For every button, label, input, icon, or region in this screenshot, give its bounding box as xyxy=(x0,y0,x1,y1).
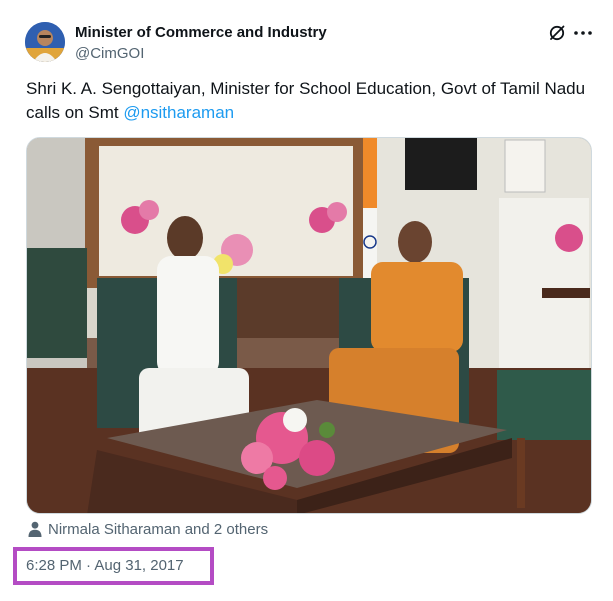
tagged-people-label: Nirmala Sitharaman and 2 others xyxy=(48,520,269,538)
author-name[interactable]: Minister of Commerce and Industry xyxy=(75,24,327,41)
tweet-text: Shri K. A. Sengottaiyan, Minister for Sc… xyxy=(26,77,596,125)
tweet-card: Minister of Commerce and Industry @CimGO… xyxy=(0,0,613,601)
mention-link[interactable]: @nsitharaman xyxy=(123,103,234,122)
tweet-photo[interactable] xyxy=(26,137,592,514)
tagged-people[interactable]: Nirmala Sitharaman and 2 others xyxy=(28,520,268,538)
avatar-image xyxy=(25,22,65,62)
author-handle[interactable]: @CimGOI xyxy=(75,45,144,62)
person-icon xyxy=(28,521,42,537)
grok-icon[interactable] xyxy=(546,22,568,44)
author-avatar[interactable] xyxy=(25,22,65,62)
tweet-timestamp[interactable]: 6:28 PM · Aug 31, 2017 xyxy=(26,557,184,574)
more-icon[interactable] xyxy=(570,21,596,45)
tweet-body: Shri K. A. Sengottaiyan, Minister for Sc… xyxy=(26,79,586,122)
